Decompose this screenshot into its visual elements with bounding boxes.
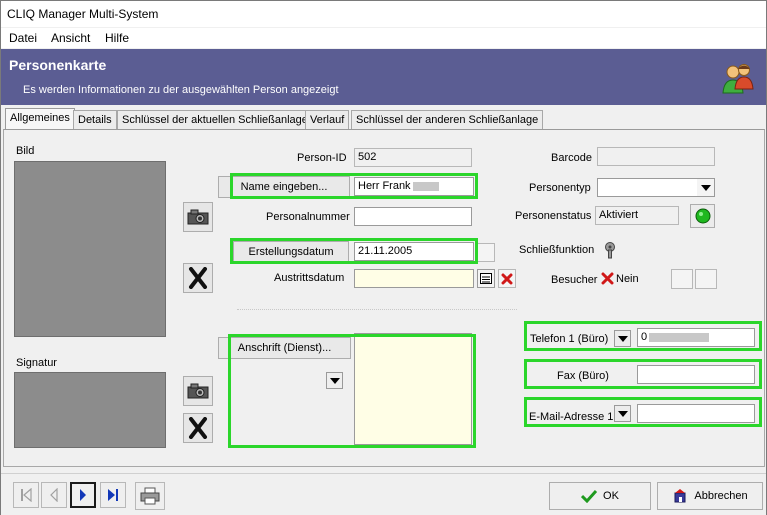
prev-icon bbox=[50, 488, 58, 502]
tab-bar: Allgemeines Details Schlüssel der aktuel… bbox=[1, 108, 766, 130]
anschrift-button[interactable]: Anschrift (Dienst)... bbox=[218, 337, 351, 359]
austrittsdatum-field[interactable] bbox=[354, 269, 474, 288]
personalnummer-label: Personalnummer bbox=[266, 211, 350, 223]
person-id-label: Person-ID bbox=[297, 152, 347, 164]
redacted-blur bbox=[412, 181, 439, 191]
print-button[interactable] bbox=[135, 482, 165, 510]
schliessfunktion-label: Schließfunktion bbox=[519, 244, 595, 256]
photo-box bbox=[14, 161, 166, 337]
anschrift-textarea[interactable] bbox=[354, 333, 472, 445]
name-value: Herr Frank bbox=[358, 180, 411, 192]
schliessfunktion-button[interactable] bbox=[599, 239, 621, 261]
fax-field[interactable] bbox=[637, 365, 755, 384]
bild-label: Bild bbox=[16, 145, 35, 157]
calendar-icon bbox=[480, 273, 492, 284]
person-id-field: 502 bbox=[354, 148, 472, 167]
email-dropdown-button[interactable] bbox=[614, 405, 631, 422]
personenstatus-label: Personenstatus bbox=[515, 210, 592, 222]
telefon-dropdown-button[interactable] bbox=[614, 330, 631, 347]
photo-delete-button[interactable] bbox=[183, 263, 213, 293]
photo-camera-button[interactable] bbox=[183, 202, 213, 232]
anschrift-dropdown-button[interactable] bbox=[326, 372, 343, 389]
besucher-value: Nein bbox=[616, 273, 639, 285]
barcode-label: Barcode bbox=[551, 152, 592, 164]
main-window: CLIQ Manager Multi-System Datei Ansicht … bbox=[0, 0, 767, 515]
signatur-label: Signatur bbox=[16, 357, 57, 369]
next-icon bbox=[80, 489, 86, 501]
title-bar: CLIQ Manager Multi-System bbox=[1, 1, 766, 27]
telefon-value: 0 bbox=[641, 331, 648, 343]
dropdown-arrow-icon bbox=[617, 410, 628, 417]
status-toggle-button[interactable] bbox=[690, 204, 715, 228]
austrittsdatum-calendar-button[interactable] bbox=[477, 269, 495, 288]
cancel-button[interactable]: Abbrechen bbox=[657, 482, 763, 510]
delete-x-icon bbox=[189, 267, 207, 289]
menu-hilfe[interactable]: Hilfe bbox=[105, 31, 129, 45]
fax-label: Fax (Büro) bbox=[557, 370, 609, 382]
key-lock-icon bbox=[605, 242, 615, 259]
checkmark-icon bbox=[581, 489, 598, 503]
redacted-blur bbox=[649, 332, 710, 342]
tab-verlauf[interactable]: Verlauf bbox=[305, 110, 350, 130]
ok-label: OK bbox=[603, 490, 619, 502]
austrittsdatum-clear-button[interactable] bbox=[498, 269, 516, 288]
red-x-icon bbox=[601, 272, 614, 285]
personentyp-label: Personentyp bbox=[529, 182, 591, 194]
telefon-label: Telefon 1 (Büro) bbox=[530, 333, 609, 345]
separator bbox=[237, 309, 517, 310]
green-status-icon bbox=[695, 208, 710, 224]
besucher-clear-button[interactable] bbox=[695, 269, 717, 289]
nav-prev-button[interactable] bbox=[41, 482, 67, 508]
tab-allgemeines[interactable]: Allgemeines bbox=[5, 108, 75, 130]
persons-icon bbox=[722, 64, 754, 94]
dropdown-arrow-icon bbox=[700, 184, 711, 191]
nav-first-button[interactable] bbox=[13, 482, 39, 508]
tab-schluessel-andere[interactable]: Schlüssel der anderen Schließanlage bbox=[351, 110, 544, 130]
erstellungsdatum-field[interactable]: 21.11.2005 bbox=[354, 242, 474, 261]
dropdown-arrow-icon bbox=[329, 377, 340, 384]
page-subtitle: Es werden Informationen zu der ausgewähl… bbox=[23, 84, 339, 96]
printer-icon bbox=[140, 487, 160, 505]
menu-ansicht[interactable]: Ansicht bbox=[51, 31, 90, 45]
signature-delete-button[interactable] bbox=[183, 413, 213, 443]
header-banner: Personenkarte Es werden Informationen zu… bbox=[1, 49, 766, 105]
cancel-label: Abbrechen bbox=[694, 490, 748, 502]
email-field[interactable] bbox=[637, 404, 755, 423]
name-field[interactable]: Herr Frank bbox=[354, 177, 474, 196]
delete-x-icon bbox=[189, 417, 207, 439]
personentyp-dropdown-button[interactable] bbox=[697, 179, 714, 196]
camera-icon bbox=[187, 383, 209, 399]
nav-next-button[interactable] bbox=[70, 482, 96, 508]
erstellungsdatum-calendar-button[interactable] bbox=[477, 243, 495, 262]
email-label: E-Mail-Adresse 1 bbox=[529, 411, 614, 423]
nav-last-button[interactable] bbox=[100, 482, 126, 508]
first-icon bbox=[21, 488, 32, 502]
window-title: CLIQ Manager Multi-System bbox=[7, 7, 159, 21]
signature-camera-button[interactable] bbox=[183, 376, 213, 406]
telefon-field[interactable]: 0 bbox=[637, 328, 755, 347]
tab-details[interactable]: Details bbox=[73, 110, 117, 130]
besucher-label: Besucher bbox=[551, 274, 598, 286]
personenstatus-field: Aktiviert bbox=[595, 206, 679, 225]
menu-bar: Datei Ansicht Hilfe bbox=[1, 28, 766, 48]
page-title: Personenkarte bbox=[9, 57, 107, 73]
ok-button[interactable]: OK bbox=[549, 482, 651, 510]
austrittsdatum-label: Austrittsdatum bbox=[274, 272, 345, 284]
barcode-field bbox=[597, 147, 715, 166]
erstellungsdatum-button[interactable]: Erstellungsdatum bbox=[233, 241, 349, 263]
red-x-icon bbox=[501, 273, 513, 284]
footer-bar: OK Abbrechen bbox=[1, 473, 766, 515]
camera-icon bbox=[187, 209, 209, 225]
last-icon bbox=[108, 489, 118, 501]
name-eingeben-button[interactable]: Name eingeben... bbox=[218, 176, 350, 198]
menu-datei[interactable]: Datei bbox=[9, 31, 37, 45]
dropdown-arrow-icon bbox=[617, 335, 628, 342]
exit-door-icon bbox=[674, 489, 686, 503]
besucher-edit-button[interactable] bbox=[671, 269, 693, 289]
signature-box bbox=[14, 372, 166, 448]
tab-schluessel-aktuell[interactable]: Schlüssel der aktuellen Schließanlage bbox=[117, 110, 313, 130]
personalnummer-field[interactable] bbox=[354, 207, 472, 226]
